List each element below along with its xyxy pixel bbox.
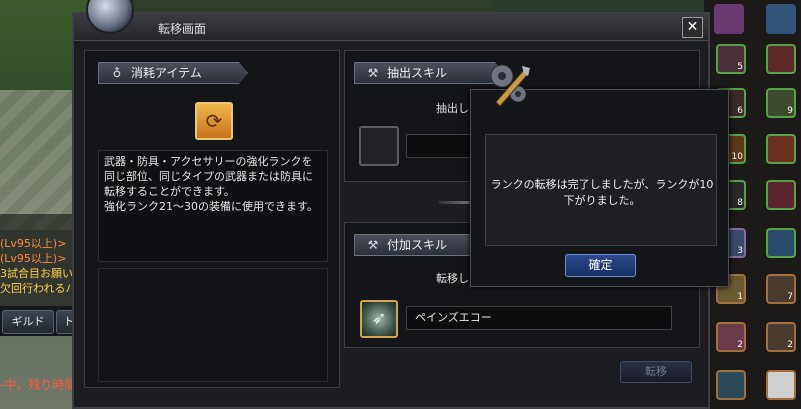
extract-tab-label: 抽出スキル (387, 66, 448, 80)
inventory-slot[interactable]: 2 (716, 322, 746, 352)
confirm-dialog: ランクの転移は完了しましたが、ランクが10 下がりました。 確定 (470, 89, 729, 287)
extract-tab: ⚒ 抽出スキル (354, 62, 504, 84)
item-count: 8 (737, 198, 743, 208)
transfer-button[interactable]: 転移 (620, 361, 692, 383)
inventory-slot[interactable]: 7 (766, 274, 796, 304)
inventory-slot[interactable]: 2 (766, 322, 796, 352)
inventory-slot[interactable]: 9 (766, 88, 796, 118)
time-notice: -中、残り時間 (0, 378, 77, 392)
consumable-tab: ♁ 消耗アイテム (98, 62, 248, 84)
inventory-slot[interactable] (766, 370, 796, 400)
hammer-icon: ⚒ (367, 66, 379, 80)
hammer-icon: ⚒ (367, 238, 379, 252)
window-title: 転移画面 (158, 22, 207, 36)
chat-line: (Lv95以上)> (0, 237, 67, 250)
chat-line: 欠回行われるバ (0, 282, 77, 295)
dialog-message-box: ランクの転移は完了しましたが、ランクが10 下がりました。 (485, 134, 717, 246)
chat-line: (Lv95以上)> (0, 252, 67, 265)
item-count: 6 (737, 106, 743, 116)
dialog-message: ランクの転移は完了しましたが、ランクが10 下がりました。 (486, 177, 718, 209)
inventory-slot[interactable] (716, 370, 746, 400)
empty-info-box (98, 268, 328, 382)
item-count: 3 (737, 246, 743, 256)
skill-item-name: ペインズエコー (406, 306, 672, 330)
consumable-tab-label: 消耗アイテム (131, 66, 202, 80)
item-count: 7 (787, 292, 793, 302)
chat-tab-bar: ギルド ト (0, 306, 82, 336)
transfer-scroll-item[interactable]: ⟳ (195, 102, 233, 140)
item-count: 5 (737, 62, 743, 72)
inventory-slot[interactable] (766, 180, 796, 210)
item-count: 10 (731, 152, 743, 162)
extract-item-slot[interactable] (359, 126, 399, 166)
confirm-button[interactable]: 確定 (565, 254, 636, 277)
consumable-description: 武器・防具・アクセサリーの強化ランクを同じ部位、同じタイプの武器または防具に転移… (98, 150, 328, 262)
item-count: 9 (787, 106, 793, 116)
item-count: 2 (737, 340, 743, 350)
inventory-slot[interactable]: 5 (716, 44, 746, 74)
gear-wrench-icon (490, 64, 530, 107)
inventory-slot[interactable] (766, 44, 796, 74)
bag-icon: ♁ (112, 66, 122, 80)
skill-item-slot[interactable]: ➶ (360, 300, 398, 338)
inventory-slot[interactable] (766, 134, 796, 164)
close-button[interactable]: ✕ (682, 17, 703, 38)
item-count: 1 (737, 292, 743, 302)
item-count: 2 (787, 340, 793, 350)
inventory-slot[interactable] (766, 228, 796, 258)
description-text: 武器・防具・アクセサリーの強化ランクを同じ部位、同じタイプの武器または防具に転移… (104, 155, 318, 213)
add-instruction: 転移したいアイテム (436, 272, 472, 285)
add-tab-label: 付加スキル (387, 238, 448, 252)
dialog-message-line: ランクの転移は完了しましたが、ランクが10 (490, 178, 714, 191)
dialog-message-line: 下がりました。 (563, 194, 641, 207)
guild-tab[interactable]: ギルド (2, 310, 54, 334)
inventory-slot[interactable] (766, 4, 796, 34)
chat-line: 3試合目お願い (0, 267, 73, 280)
inventory-slot[interactable] (714, 4, 744, 34)
